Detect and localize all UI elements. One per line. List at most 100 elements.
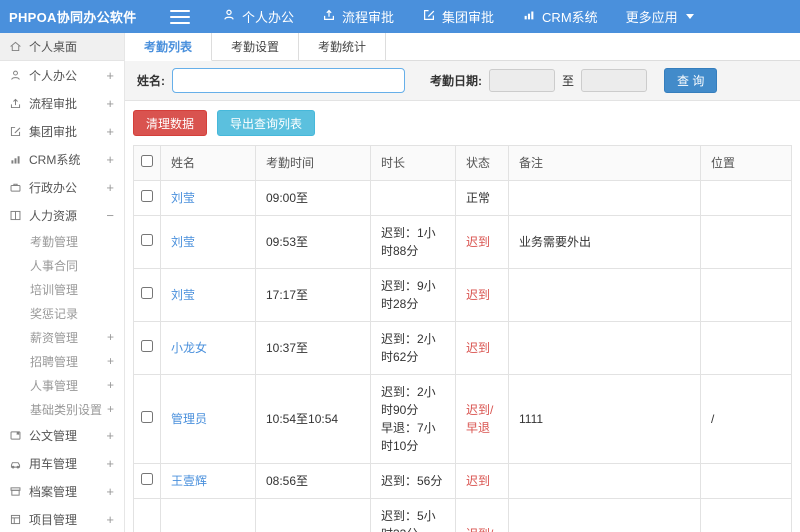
sidebar-item-group-approval[interactable]: 集团审批 + — [0, 117, 124, 145]
sidebar-subitem-hr-contract[interactable]: 人事合同 — [0, 253, 124, 277]
attendance-time: 09:00至 — [255, 180, 371, 216]
topnav-personal-office[interactable]: 个人办公 — [222, 7, 294, 26]
expand-plus-icon[interactable]: + — [106, 124, 114, 139]
name-label: 姓名: — [137, 74, 165, 88]
topnav-label: 个人办公 — [242, 10, 295, 25]
sidebar: 个人桌面 个人办公 + 流程审批 + 集团审批 + CRM系统 + 行政办公 +… — [0, 33, 125, 532]
sidebar-label: 流程审批 — [29, 96, 78, 111]
sidebar-subitem-recruiting[interactable]: 招聘管理 + — [0, 349, 124, 373]
row-checkbox[interactable] — [141, 473, 153, 485]
sidebar-item-admin-office[interactable]: 行政办公 + — [0, 173, 124, 201]
expand-plus-icon[interactable]: + — [106, 68, 114, 83]
search-bar: 姓名: 考勤日期: 至 查 询 — [125, 61, 800, 101]
expand-plus-icon[interactable]: + — [106, 512, 114, 527]
sidebar-item-projects[interactable]: 项目管理 + — [0, 505, 124, 532]
home-icon — [9, 40, 22, 53]
expand-plus-icon[interactable]: + — [107, 330, 114, 344]
topnav-label: 流程审批 — [342, 10, 395, 25]
topnav-group-approval[interactable]: 集团审批 — [422, 7, 494, 26]
location: / — [700, 374, 792, 464]
export-list-button[interactable]: 导出查询列表 — [217, 110, 316, 136]
status: 迟到 — [455, 268, 509, 322]
action-bar: 清理数据 导出查询列表 — [125, 101, 800, 145]
expand-plus-icon[interactable]: + — [106, 428, 114, 443]
sidebar-subitem-rewards[interactable]: 奖惩记录 — [0, 301, 124, 325]
sidebar-subitem-salary[interactable]: 薪资管理 + — [0, 325, 124, 349]
sidebar-subitem-base-category[interactable]: 基础类别设置 + — [0, 397, 124, 421]
col-header-duration: 时长 — [370, 145, 456, 181]
query-button[interactable]: 查 询 — [664, 68, 718, 93]
expand-plus-icon[interactable]: + — [107, 402, 114, 416]
note: 1111 — [508, 374, 701, 464]
sidebar-item-documents[interactable]: 公文管理 + — [0, 421, 124, 449]
select-all-checkbox[interactable] — [141, 155, 153, 167]
sidebar-label: 行政办公 — [29, 180, 78, 195]
sidebar-item-vehicles[interactable]: 用车管理 + — [0, 449, 124, 477]
status: 迟到 — [455, 215, 509, 269]
sidebar-label: CRM系统 — [29, 152, 81, 167]
expand-plus-icon[interactable]: + — [106, 96, 114, 111]
topnav-more-apps[interactable]: 更多应用 — [626, 7, 694, 26]
topnav-label: 更多应用 — [625, 10, 678, 25]
hamburger-menu-icon[interactable] — [170, 9, 190, 24]
sidebar-subitem-training[interactable]: 培训管理 — [0, 277, 124, 301]
employee-name-link[interactable]: 刘莹 — [171, 235, 195, 249]
expand-plus-icon[interactable]: + — [106, 484, 114, 499]
attendance-time: 17:17至 — [255, 268, 371, 322]
row-checkbox[interactable] — [141, 411, 153, 423]
attendance-table: 姓名 考勤时间 时长 状态 备注 位置 刘莹 09:00至 正常 刘莹 09:5… — [133, 145, 792, 532]
sidebar-label: 个人办公 — [29, 68, 78, 83]
employee-name-link[interactable]: 刘莹 — [171, 288, 195, 302]
expand-plus-icon[interactable]: + — [107, 378, 114, 392]
topnav-crm[interactable]: CRM系统 — [522, 7, 598, 26]
col-header-name: 姓名 — [160, 145, 256, 181]
topnav-workflow-approval[interactable]: 流程审批 — [322, 7, 394, 26]
sidebar-sublabel: 薪资管理 — [30, 330, 79, 345]
employee-name-link[interactable]: 管理员 — [171, 412, 207, 426]
sidebar-item-archives[interactable]: 档案管理 + — [0, 477, 124, 505]
tab-attendance-list[interactable]: 考勤列表 — [125, 33, 212, 61]
sidebar-sublabel: 招聘管理 — [30, 354, 79, 369]
clean-data-button[interactable]: 清理数据 — [133, 110, 208, 136]
expand-plus-icon[interactable]: + — [106, 456, 114, 471]
name-input[interactable] — [172, 68, 405, 93]
topnav-label: 集团审批 — [442, 10, 495, 25]
row-checkbox[interactable] — [141, 340, 153, 352]
status: 迟到/早退 — [455, 374, 509, 464]
expand-plus-icon[interactable]: + — [106, 152, 114, 167]
date-from-input[interactable] — [489, 69, 555, 92]
row-checkbox[interactable] — [141, 287, 153, 299]
sidebar-item-desktop[interactable]: 个人桌面 — [0, 33, 124, 61]
row-checkbox[interactable] — [141, 234, 153, 246]
collapse-minus-icon[interactable]: − — [106, 208, 114, 223]
tab-attendance-stats[interactable]: 考勤统计 — [299, 33, 386, 60]
sidebar-subitem-attendance[interactable]: 考勤管理 — [0, 229, 124, 253]
employee-name-link[interactable]: 小龙女 — [171, 341, 207, 355]
status: 迟到/早退 — [455, 498, 509, 532]
duration — [370, 180, 456, 216]
sidebar-subitem-personnel[interactable]: 人事管理 + — [0, 373, 124, 397]
sidebar-item-workflow-approval[interactable]: 流程审批 + — [0, 89, 124, 117]
top-menu: 个人办公 流程审批 集团审批 CRM系统 更多应用 — [222, 7, 694, 26]
tab-attendance-settings[interactable]: 考勤设置 — [212, 33, 299, 60]
row-checkbox[interactable] — [141, 190, 153, 202]
sidebar-item-crm[interactable]: CRM系统 + — [0, 145, 124, 173]
note — [508, 463, 701, 499]
note: 业务需要外出 — [508, 215, 701, 269]
col-header-time: 考勤时间 — [255, 145, 371, 181]
status: 迟到 — [455, 463, 509, 499]
table-row: 刘莹 17:17至 迟到：9小时28分 迟到 — [133, 268, 792, 322]
expand-plus-icon[interactable]: + — [107, 354, 114, 368]
sidebar-sublabel: 人事合同 — [30, 258, 79, 273]
employee-name-link[interactable]: 刘莹 — [171, 191, 195, 205]
sidebar-item-hr[interactable]: 人力资源 − — [0, 201, 124, 229]
bar-chart-icon — [9, 153, 22, 166]
status: 迟到 — [455, 321, 509, 375]
duration: 迟到：2小时90分 早退：7小时10分 — [370, 374, 456, 464]
employee-name-link[interactable]: 王壹辉 — [171, 474, 207, 488]
sidebar-item-personal-office[interactable]: 个人办公 + — [0, 61, 124, 89]
duration: 迟到：1小时88分 — [370, 215, 456, 269]
expand-plus-icon[interactable]: + — [106, 180, 114, 195]
date-to-input[interactable] — [581, 69, 648, 92]
sidebar-sublabel: 培训管理 — [30, 282, 79, 297]
